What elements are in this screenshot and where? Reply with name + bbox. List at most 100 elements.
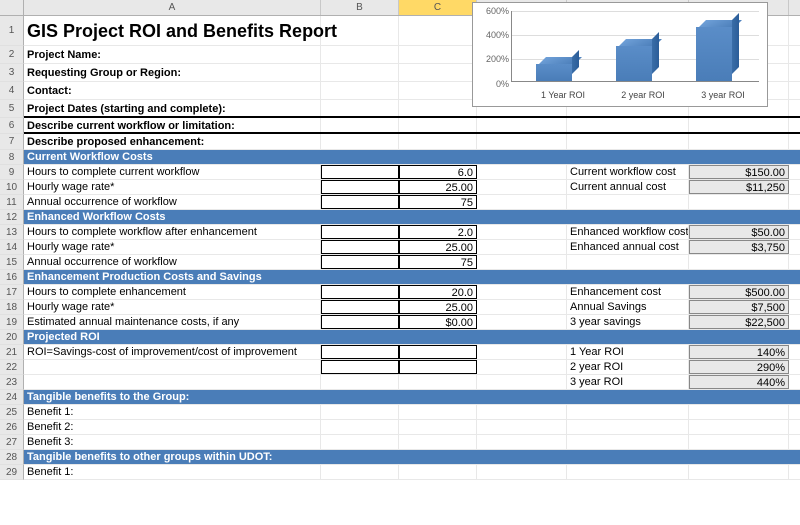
cell[interactable]: $0.00: [399, 315, 477, 329]
cell[interactable]: Benefit 3:: [24, 435, 321, 449]
cell[interactable]: 290%: [689, 360, 789, 374]
corner-cell[interactable]: [0, 0, 24, 16]
row-header-19[interactable]: 19: [0, 315, 24, 330]
row-header-7[interactable]: 7: [0, 134, 24, 150]
cell[interactable]: 440%: [689, 375, 789, 389]
cell[interactable]: Hourly wage rate*: [24, 180, 321, 194]
label-contact: Contact:: [24, 82, 321, 99]
row-header-12[interactable]: 12: [0, 210, 24, 225]
cell[interactable]: Hours to complete workflow after enhance…: [24, 225, 321, 239]
cell[interactable]: $22,500: [689, 315, 789, 329]
row-header-23[interactable]: 23: [0, 375, 24, 390]
cell[interactable]: $500.00: [689, 285, 789, 299]
label-describe-current: Describe current workflow or limitation:: [24, 118, 321, 132]
cell[interactable]: 2.0: [399, 225, 477, 239]
chart-xlabel: 1 Year ROI: [528, 90, 598, 100]
chart-bar: [696, 27, 732, 81]
row-headers: 1234567891011121314151617181920212223242…: [0, 16, 24, 480]
row-header-28[interactable]: 28: [0, 450, 24, 465]
row-header-17[interactable]: 17: [0, 285, 24, 300]
row-header-3[interactable]: 3: [0, 64, 24, 82]
cell[interactable]: Hours to complete enhancement: [24, 285, 321, 299]
row-header-6[interactable]: 6: [0, 118, 24, 134]
cell[interactable]: 140%: [689, 345, 789, 359]
cell[interactable]: Current annual cost: [567, 180, 689, 194]
cell[interactable]: Enhancement cost: [567, 285, 689, 299]
col-header-B[interactable]: B: [321, 0, 399, 15]
row-header-20[interactable]: 20: [0, 330, 24, 345]
row-header-18[interactable]: 18: [0, 300, 24, 315]
cell[interactable]: Benefit 1:: [24, 405, 321, 419]
cell[interactable]: Benefit 1:: [24, 465, 321, 479]
cell[interactable]: $50.00: [689, 225, 789, 239]
row-header-16[interactable]: 16: [0, 270, 24, 285]
section-tangible-group: Tangible benefits to the Group:: [24, 390, 321, 404]
row-header-27[interactable]: 27: [0, 435, 24, 450]
label-describe-proposed: Describe proposed enhancement:: [24, 134, 321, 149]
cell[interactable]: $150.00: [689, 165, 789, 179]
cell[interactable]: ROI=Savings-cost of improvement/cost of …: [24, 345, 321, 359]
cell[interactable]: Current workflow cost: [567, 165, 689, 179]
row-header-15[interactable]: 15: [0, 255, 24, 270]
cell[interactable]: $7,500: [689, 300, 789, 314]
row-header-13[interactable]: 13: [0, 225, 24, 240]
chart-xlabel: 2 year ROI: [608, 90, 678, 100]
label-project-name: Project Name:: [24, 46, 321, 63]
row-header-11[interactable]: 11: [0, 195, 24, 210]
row-header-8[interactable]: 8: [0, 150, 24, 165]
chart-bar: [616, 46, 652, 81]
cell[interactable]: 25.00: [399, 240, 477, 254]
chart-ytick: 200%: [486, 54, 509, 64]
cell[interactable]: 1 Year ROI: [567, 345, 689, 359]
row-header-1[interactable]: 1: [0, 16, 24, 46]
chart-plot-area: [511, 11, 759, 82]
cell[interactable]: 75: [399, 255, 477, 269]
row-header-4[interactable]: 4: [0, 82, 24, 100]
row-header-2[interactable]: 2: [0, 46, 24, 64]
row-header-25[interactable]: 25: [0, 405, 24, 420]
cell[interactable]: Enhanced annual cost: [567, 240, 689, 254]
section-current-workflow: Current Workflow Costs: [24, 150, 321, 164]
col-header-A[interactable]: A: [24, 0, 321, 15]
row-header-10[interactable]: 10: [0, 180, 24, 195]
cell[interactable]: 25.00: [399, 300, 477, 314]
section-tangible-udot: Tangible benefits to other groups within…: [24, 450, 321, 464]
cell[interactable]: $3,750: [689, 240, 789, 254]
label-requesting-group: Requesting Group or Region:: [24, 64, 321, 81]
cell[interactable]: 25.00: [399, 180, 477, 194]
section-projected-roi: Projected ROI: [24, 330, 321, 344]
row-header-29[interactable]: 29: [0, 465, 24, 480]
row-header-24[interactable]: 24: [0, 390, 24, 405]
cell[interactable]: Estimated annual maintenance costs, if a…: [24, 315, 321, 329]
cell[interactable]: $11,250: [689, 180, 789, 194]
chart-xlabel: 3 year ROI: [688, 90, 758, 100]
col-header-C[interactable]: C: [399, 0, 477, 15]
cell[interactable]: 75: [399, 195, 477, 209]
row-header-22[interactable]: 22: [0, 360, 24, 375]
cell[interactable]: Hours to complete current workflow: [24, 165, 321, 179]
cell[interactable]: 3 year ROI: [567, 375, 689, 389]
cell[interactable]: Annual Savings: [567, 300, 689, 314]
cell[interactable]: 2 year ROI: [567, 360, 689, 374]
cell[interactable]: Enhanced workflow cost: [567, 225, 689, 239]
chart-ytick: 600%: [486, 6, 509, 16]
cell[interactable]: Benefit 2:: [24, 420, 321, 434]
cell[interactable]: Annual occurrence of workflow: [24, 195, 321, 209]
report-title: GIS Project ROI and Benefits Report: [24, 16, 321, 45]
row-header-9[interactable]: 9: [0, 165, 24, 180]
roi-chart[interactable]: 600% 400% 200% 0% 1 Year ROI 2 year ROI …: [472, 2, 768, 107]
chart-ytick: 0%: [496, 79, 509, 89]
label-project-dates: Project Dates (starting and complete):: [24, 100, 321, 116]
chart-bar: [536, 64, 572, 81]
section-production-costs: Enhancement Production Costs and Savings: [24, 270, 321, 284]
cell[interactable]: Hourly wage rate*: [24, 300, 321, 314]
row-header-26[interactable]: 26: [0, 420, 24, 435]
cell[interactable]: 3 year savings: [567, 315, 689, 329]
cell[interactable]: 20.0: [399, 285, 477, 299]
cell[interactable]: 6.0: [399, 165, 477, 179]
row-header-14[interactable]: 14: [0, 240, 24, 255]
cell[interactable]: Hourly wage rate*: [24, 240, 321, 254]
row-header-5[interactable]: 5: [0, 100, 24, 118]
row-header-21[interactable]: 21: [0, 345, 24, 360]
cell[interactable]: Annual occurrence of workflow: [24, 255, 321, 269]
